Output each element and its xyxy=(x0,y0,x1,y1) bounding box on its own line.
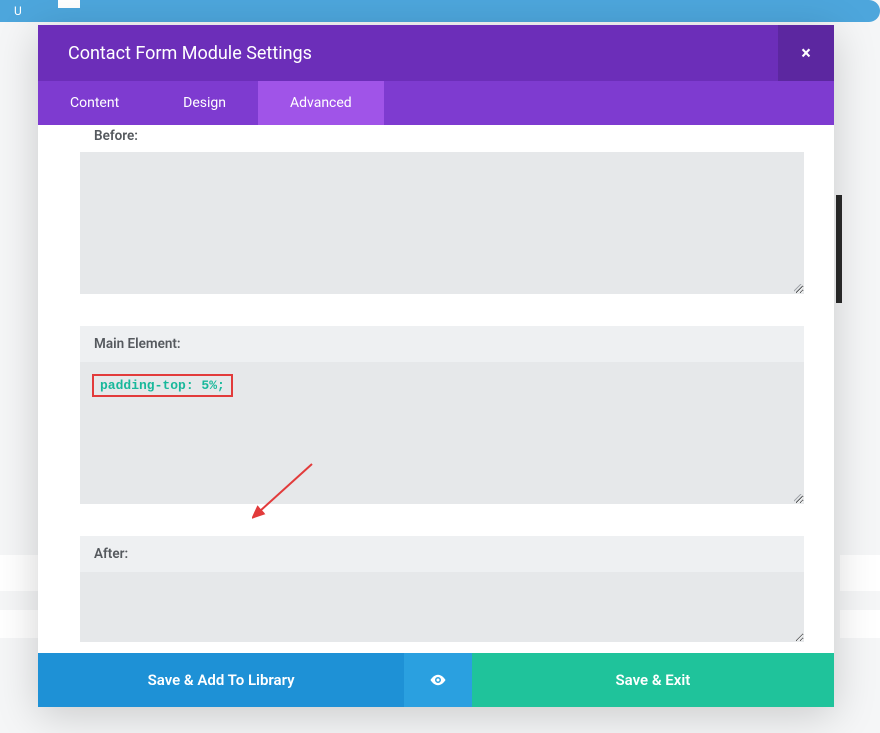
bg-right-bar xyxy=(836,195,842,303)
resize-handle-icon[interactable] xyxy=(794,494,802,502)
resize-handle-icon[interactable] xyxy=(794,284,802,292)
eye-icon xyxy=(429,671,447,689)
css-after-input[interactable] xyxy=(80,572,804,642)
settings-modal: Contact Form Module Settings × Content D… xyxy=(38,25,834,707)
css-main-element-block: Main Element: padding-top: 5%; xyxy=(80,326,804,504)
modal-footer: Save & Add To Library Save & Exit xyxy=(38,653,834,707)
bg-fragment xyxy=(840,555,880,591)
close-button[interactable]: × xyxy=(778,25,834,81)
preview-button[interactable] xyxy=(404,653,472,707)
tab-content[interactable]: Content xyxy=(38,81,151,125)
css-main-element-input[interactable]: padding-top: 5%; xyxy=(80,362,804,504)
modal-content[interactable]: Before: Main Element: padding-top: 5%; A… xyxy=(38,125,834,653)
modal-title: Contact Form Module Settings xyxy=(68,43,312,64)
css-after-block: After: xyxy=(80,536,804,642)
bg-fragment xyxy=(840,610,880,638)
css-after-label: After: xyxy=(80,536,804,572)
css-before-block: Before: xyxy=(80,125,804,294)
css-before-input[interactable] xyxy=(80,152,804,294)
css-main-element-value: padding-top: 5%; xyxy=(92,374,233,397)
tab-design[interactable]: Design xyxy=(151,81,258,125)
bg-fragment xyxy=(0,555,40,591)
bg-fragment xyxy=(58,0,80,8)
modal-header: Contact Form Module Settings × xyxy=(38,25,834,81)
save-exit-button[interactable]: Save & Exit xyxy=(472,653,834,707)
bg-left-badge: U xyxy=(0,0,880,22)
save-add-library-button[interactable]: Save & Add To Library xyxy=(38,653,404,707)
bg-fragment xyxy=(0,610,40,638)
tab-bar: Content Design Advanced xyxy=(38,81,834,125)
css-main-element-label: Main Element: xyxy=(80,326,804,362)
close-icon: × xyxy=(801,43,811,64)
css-before-label: Before: xyxy=(80,125,804,152)
tab-advanced[interactable]: Advanced xyxy=(258,81,384,125)
